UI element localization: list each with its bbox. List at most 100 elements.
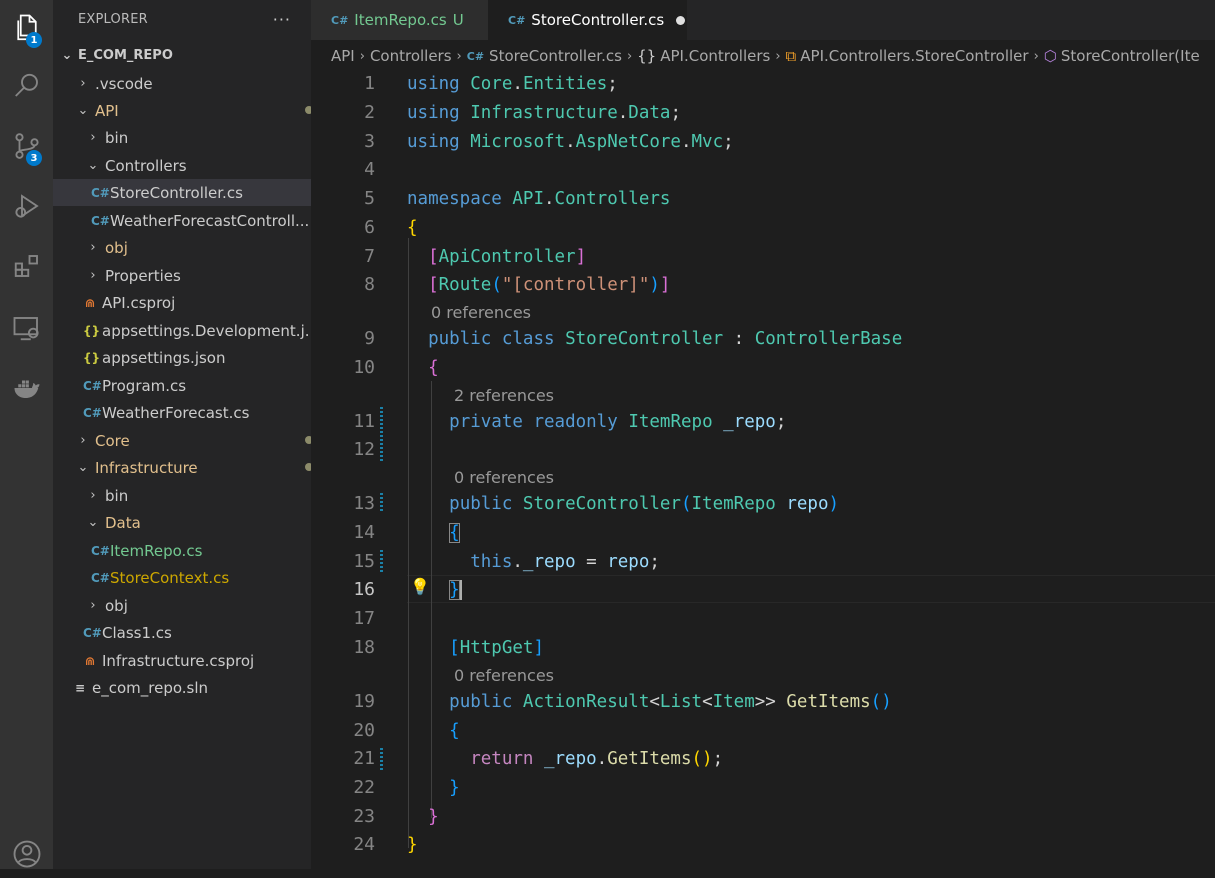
git-change-marker — [380, 407, 383, 463]
tree-file-storecontroller[interactable]: C# StoreController.cs — [53, 179, 311, 206]
tree-folder-api[interactable]: ⌄ API — [53, 97, 311, 124]
lines-file-icon: ≡ — [74, 680, 86, 695]
tree-file-weatherforecastcontroller[interactable]: C# WeatherForecastControll... — [53, 207, 311, 234]
class-icon: ⧉ — [785, 47, 797, 65]
code-line: { — [449, 721, 460, 741]
breadcrumb-item[interactable]: StoreController(Ite — [1061, 47, 1200, 65]
tree-file-api-csproj[interactable]: ⋒ API.csproj — [53, 289, 311, 316]
line-number: 8 — [364, 274, 375, 295]
breadcrumb-item[interactable]: StoreController.cs — [489, 47, 622, 65]
tree-folder-controllers[interactable]: ⌄ Controllers — [53, 152, 311, 179]
code-line: using Microsoft.AspNetCore.Mvc; — [407, 132, 734, 152]
line-number: 20 — [353, 720, 375, 741]
tree-folder-data[interactable]: ⌄ Data — [53, 509, 311, 536]
line-number: 9 — [364, 328, 375, 349]
activity-bar: 1 3 — [0, 0, 53, 869]
tree-file-program[interactable]: C# Program.cs — [53, 372, 311, 399]
line-number: 11 — [353, 411, 375, 432]
run-debug-icon[interactable] — [0, 182, 53, 230]
breadcrumb-item[interactable]: API.Controllers — [660, 47, 770, 65]
line-number: 21 — [353, 748, 375, 769]
breadcrumb-item[interactable]: Controllers — [370, 47, 452, 65]
code-line: using Core.Entities; — [407, 74, 618, 94]
line-number: 3 — [364, 131, 375, 152]
unsaved-dot-icon[interactable] — [676, 15, 686, 25]
line-number: 18 — [353, 637, 375, 658]
line-number: 1 — [364, 73, 375, 94]
tree-folder-bin[interactable]: › bin — [53, 124, 311, 151]
tree-file-class1[interactable]: C# Class1.cs — [53, 619, 311, 646]
tree-file-infrastructure-csproj[interactable]: ⋒ Infrastructure.csproj — [53, 647, 311, 674]
tab-storecontroller[interactable]: C# StoreController.cs — [488, 0, 687, 40]
code-line: [Route("[controller]")] — [428, 275, 671, 295]
chevron-right-icon: › — [80, 433, 86, 448]
untracked-badge: U — [452, 11, 464, 29]
code-line: return _repo.GetItems(); — [470, 749, 724, 769]
explorer-badge: 1 — [26, 32, 42, 48]
line-number: 4 — [364, 159, 375, 180]
tree-root-folder[interactable]: ⌄ E_COM_REPO — [53, 42, 311, 69]
line-number: 19 — [353, 691, 375, 712]
code-line: namespace API.Controllers — [407, 189, 671, 209]
tree-file-itemrepo[interactable]: C#ItemRepo.cs U — [53, 537, 311, 564]
tree-folder-obj[interactable]: › obj — [53, 592, 311, 619]
line-number: 7 — [364, 246, 375, 267]
chevron-right-icon: › — [626, 48, 633, 64]
tree-folder-core[interactable]: › Core — [53, 427, 311, 454]
tree-file-solution[interactable]: ≡ e_com_repo.sln — [53, 674, 311, 701]
chevron-right-icon: › — [359, 48, 365, 64]
tab-itemrepo[interactable]: C# ItemRepo.cs U — [311, 0, 488, 40]
code-line: { — [407, 218, 418, 238]
search-icon[interactable] — [0, 62, 53, 110]
csharp-file-icon: C# — [91, 570, 110, 585]
line-number: 23 — [353, 806, 375, 827]
chevron-right-icon: › — [456, 48, 462, 64]
code-editor[interactable]: 💡 1 2 3 4 5 6 7 8 9 10 11 12 13 14 15 16… — [311, 72, 1215, 869]
tree-folder-vscode[interactable]: › .vscode — [53, 70, 311, 97]
csharp-file-icon: C# — [83, 625, 102, 640]
csharp-file-icon: C# — [331, 13, 349, 27]
csharp-file-icon: C# — [91, 185, 110, 200]
remote-explorer-icon[interactable] — [0, 304, 53, 352]
csharp-file-icon: C# — [91, 213, 110, 228]
tree-file-storecontext[interactable]: C#StoreContext.cs 1 — [53, 564, 311, 591]
code-lens-references[interactable]: 0 references — [431, 303, 531, 323]
chevron-right-icon: › — [90, 240, 96, 255]
csharp-file-icon: C# — [91, 543, 110, 558]
breadcrumb-item[interactable]: API.Controllers.StoreController — [800, 47, 1028, 65]
line-number: 5 — [364, 188, 375, 209]
tree-folder-properties[interactable]: › Properties — [53, 262, 311, 289]
code-line: public ActionResult<List<Item>> GetItems… — [449, 692, 892, 712]
current-line-highlight — [407, 575, 1215, 603]
tree-file-appsettings[interactable]: {} appsettings.json — [53, 344, 311, 371]
csharp-file-icon: C# — [466, 49, 485, 63]
line-number: 13 — [353, 493, 375, 514]
code-line: [HttpGet] — [449, 638, 545, 658]
code-lens-references[interactable]: 0 references — [454, 468, 554, 488]
more-actions-icon[interactable]: ··· — [273, 10, 291, 29]
chevron-down-icon: ⌄ — [87, 515, 99, 530]
code-lens-references[interactable]: 0 references — [454, 666, 554, 686]
code-lens-references[interactable]: 2 references — [454, 386, 554, 406]
extensions-icon[interactable] — [0, 242, 53, 290]
line-number: 10 — [353, 357, 375, 378]
tree-folder-bin[interactable]: › bin — [53, 482, 311, 509]
source-control-icon[interactable]: 3 — [0, 122, 53, 170]
chevron-right-icon: › — [90, 268, 96, 283]
line-number: 22 — [353, 777, 375, 798]
code-line: } — [449, 580, 462, 600]
tree-file-appsettings-dev[interactable]: {} appsettings.Development.j... — [53, 317, 311, 344]
code-line: [ApiController] — [428, 247, 587, 267]
chevron-right-icon: › — [90, 130, 96, 145]
tree-file-weatherforecast[interactable]: C# WeatherForecast.cs — [53, 399, 311, 426]
tree-folder-obj[interactable]: › obj — [53, 234, 311, 261]
account-icon[interactable] — [0, 830, 53, 878]
explorer-icon[interactable]: 1 — [0, 4, 53, 52]
code-line: using Infrastructure.Data; — [407, 103, 681, 123]
rss-file-icon: ⋒ — [84, 295, 96, 310]
docker-icon[interactable] — [0, 364, 53, 412]
tree-folder-infrastructure[interactable]: ⌄ Infrastructure — [53, 454, 311, 481]
git-change-marker — [380, 493, 383, 513]
breadcrumb-item[interactable]: API — [331, 47, 355, 65]
chevron-right-icon: › — [80, 76, 86, 91]
